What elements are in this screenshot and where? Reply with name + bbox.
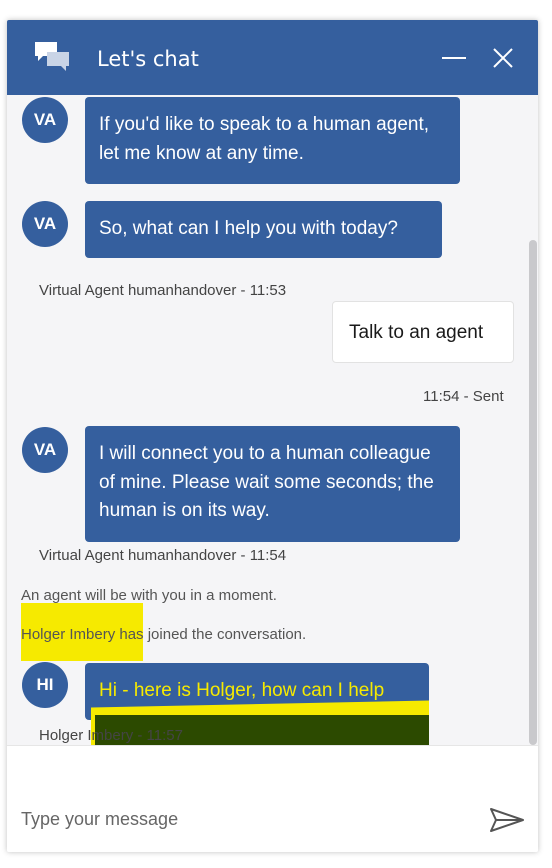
chat-header: Let's chat <box>7 20 538 95</box>
user-message: Talk to an agent <box>332 301 514 363</box>
agent-message: Hi - here is Holger, how can I help <box>99 680 385 701</box>
minimize-icon[interactable] <box>441 46 467 70</box>
agent-avatar: HI <box>22 662 68 708</box>
bot-message: So, what can I help you with today? <box>85 201 442 258</box>
bot-message: I will connect you to a human colleague … <box>85 426 460 542</box>
system-message: Holger Imbery has joined the conversatio… <box>21 626 306 643</box>
chat-title: Let's chat <box>97 47 199 71</box>
join-text: has joined the conversation. <box>119 626 307 643</box>
close-icon[interactable] <box>491 46 515 70</box>
bot-avatar: VA <box>22 201 68 247</box>
chat-widget: Let's chat VA If you'd like to speak to … <box>7 20 538 852</box>
message-list[interactable]: VA If you'd like to speak to a human age… <box>7 95 538 745</box>
message-meta: Virtual Agent humanhandover - 11:54 <box>39 547 287 564</box>
bot-message: If you'd like to speak to a human agent,… <box>85 97 460 184</box>
scrollbar-thumb[interactable] <box>529 240 537 745</box>
bot-avatar: VA <box>22 427 68 473</box>
message-meta: 11:54 - Sent <box>423 388 504 405</box>
scrollbar[interactable] <box>527 95 538 745</box>
send-icon[interactable] <box>489 806 525 834</box>
message-meta: Virtual Agent humanhandover - 11:53 <box>39 282 287 299</box>
system-message: An agent will be with you in a moment. <box>21 587 277 604</box>
bot-avatar: VA <box>22 97 68 143</box>
message-meta: Holger Imbery - 11:57 <box>39 727 183 744</box>
message-input[interactable] <box>21 804 471 834</box>
input-area <box>7 745 538 852</box>
agent-name: Holger Imbery <box>21 626 116 643</box>
chat-bubbles-icon <box>35 42 69 71</box>
